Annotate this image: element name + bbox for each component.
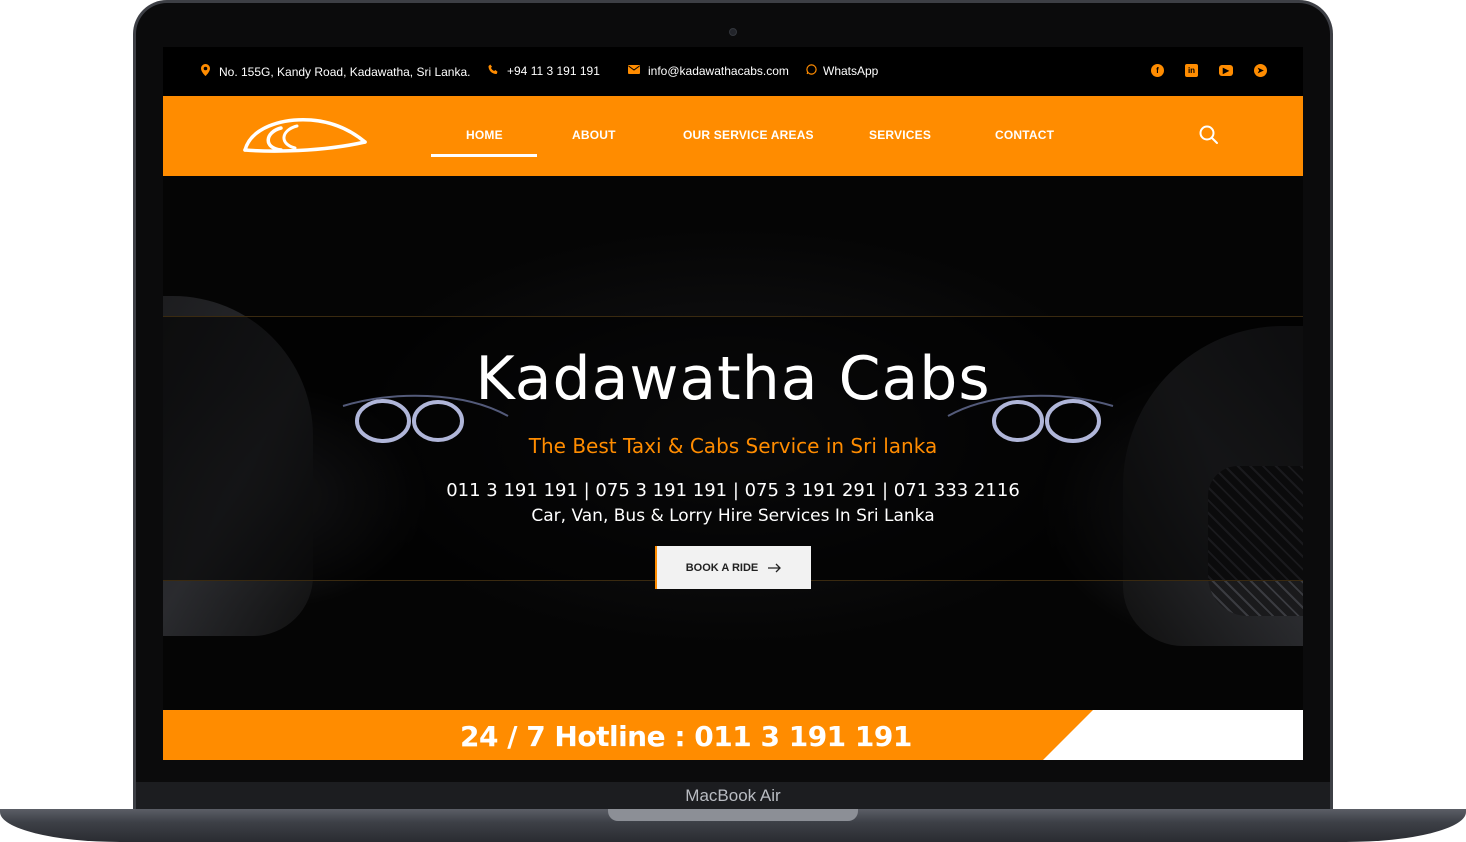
- hotline-white-corner: [1043, 710, 1303, 760]
- email-text[interactable]: info@kadawathacabs.com: [648, 64, 789, 78]
- location-pin-icon: [199, 64, 211, 79]
- main-navigation: HOME ABOUT OUR SERVICE AREAS SERVICES CO…: [163, 96, 1303, 176]
- camera-icon: [729, 28, 737, 36]
- search-icon[interactable]: [1199, 125, 1219, 150]
- nav-services[interactable]: SERVICES: [869, 128, 931, 142]
- email-item[interactable]: info@kadawathacabs.com: [628, 64, 789, 78]
- hero-title: Kadawatha Cabs: [475, 344, 991, 414]
- phone-icon: [487, 64, 499, 78]
- nav-home[interactable]: HOME: [466, 128, 503, 142]
- whatsapp-icon: [805, 64, 817, 78]
- hero-services-text: Car, Van, Bus & Lorry Hire Services In S…: [531, 506, 935, 526]
- facebook-icon[interactable]: f: [1151, 64, 1164, 77]
- top-info-bar: No. 155G, Kandy Road, Kadawatha, Sri Lan…: [163, 47, 1303, 96]
- arrow-right-icon: [768, 563, 782, 572]
- phone-item[interactable]: +94 11 3 191 191: [487, 64, 600, 78]
- nav-service-areas[interactable]: OUR SERVICE AREAS: [683, 128, 814, 142]
- active-nav-indicator: [431, 154, 537, 157]
- linkedin-icon[interactable]: in: [1185, 64, 1198, 77]
- phone-text[interactable]: +94 11 3 191 191: [507, 64, 600, 78]
- youtube-icon[interactable]: ▶: [1219, 65, 1233, 76]
- book-a-ride-label: BOOK A RIDE: [685, 561, 759, 574]
- hotline-text[interactable]: 24 / 7 Hotline : 011 3 191 191: [460, 720, 912, 753]
- address-text: No. 155G, Kandy Road, Kadawatha, Sri Lan…: [219, 64, 471, 79]
- hotline-banner: 24 / 7 Hotline : 011 3 191 191: [163, 710, 1303, 760]
- envelope-icon: [628, 65, 640, 77]
- website-screen: No. 155G, Kandy Road, Kadawatha, Sri Lan…: [163, 47, 1303, 760]
- device-label: MacBook Air: [685, 786, 781, 805]
- whatsapp-text[interactable]: WhatsApp: [823, 64, 878, 78]
- laptop-base-notch: [608, 809, 858, 821]
- book-a-ride-button[interactable]: BOOK A RIDE: [655, 546, 811, 589]
- hero-phone-numbers: 011 3 191 191 | 075 3 191 191 | 075 3 19…: [446, 480, 1020, 501]
- nav-about[interactable]: ABOUT: [572, 128, 616, 142]
- address-item: No. 155G, Kandy Road, Kadawatha, Sri Lan…: [199, 64, 471, 79]
- telegram-icon[interactable]: ➤: [1254, 64, 1267, 77]
- hero-section: Kadawatha Cabs The Best Taxi & Cabs Serv…: [163, 176, 1303, 710]
- nav-contact[interactable]: CONTACT: [995, 128, 1054, 142]
- hero-subtitle: The Best Taxi & Cabs Service in Sri lank…: [528, 434, 938, 458]
- site-logo[interactable]: [241, 114, 367, 161]
- whatsapp-item[interactable]: WhatsApp: [805, 64, 878, 78]
